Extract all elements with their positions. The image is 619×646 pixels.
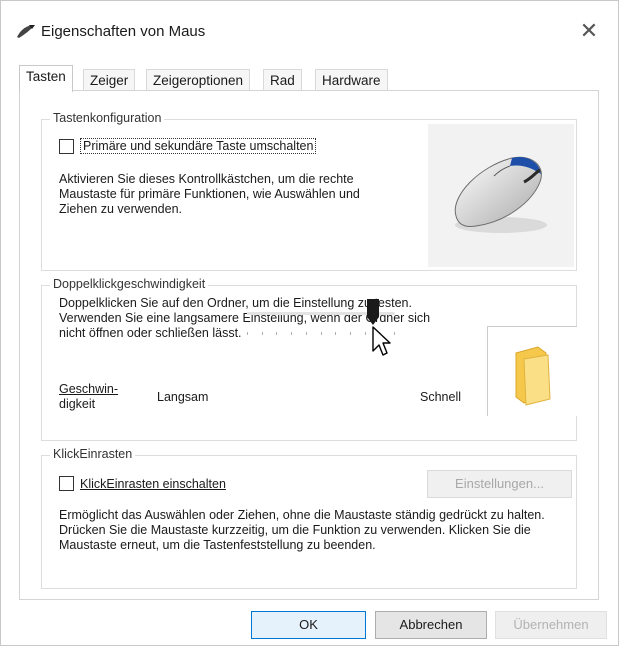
tab-zeiger[interactable]: Zeiger xyxy=(83,69,136,91)
click-lock-row[interactable]: KlickEinrasten einschalten xyxy=(59,476,226,491)
apply-button[interactable]: Übernehmen xyxy=(495,611,607,639)
double-click-group: Doppelklickgeschwindigkeit Doppelklicken… xyxy=(41,277,577,441)
mouse-properties-window: Eigenschaften von Maus ✕ Tasten Zeiger Z… xyxy=(0,0,619,646)
cancel-button[interactable]: Abbrechen xyxy=(375,611,487,639)
title-bar: Eigenschaften von Maus ✕ xyxy=(1,1,618,57)
slider-tick xyxy=(247,332,248,335)
double-click-speed-slider-thumb[interactable] xyxy=(367,299,379,325)
swap-buttons-label[interactable]: Primäre und sekundäre Taste umschalten xyxy=(80,138,317,154)
slider-tick xyxy=(335,332,336,335)
folder-icon[interactable] xyxy=(488,327,578,417)
click-lock-checkbox[interactable] xyxy=(59,476,74,491)
slider-tick xyxy=(276,332,277,335)
click-lock-label[interactable]: KlickEinrasten einschalten xyxy=(80,477,226,491)
slider-tick xyxy=(365,332,366,335)
mouse-illustration xyxy=(428,124,574,267)
double-click-group-label: Doppelklickgeschwindigkeit xyxy=(50,277,209,291)
ok-button[interactable]: OK xyxy=(251,611,366,639)
tab-hardware[interactable]: Hardware xyxy=(315,69,388,91)
button-config-group-label: Tastenkonfiguration xyxy=(50,111,165,125)
mouse-icon xyxy=(454,156,547,233)
mouse-cursor-icon xyxy=(372,326,391,356)
slider-tick xyxy=(306,332,307,335)
click-lock-settings-button[interactable]: Einstellungen... xyxy=(427,470,572,498)
click-lock-group-label: KlickEinrasten xyxy=(50,447,136,461)
swap-buttons-checkbox[interactable] xyxy=(59,138,74,154)
speed-label-line2: digkeit xyxy=(59,397,96,411)
speed-label: Geschwin- digkeit xyxy=(59,382,129,412)
close-button[interactable]: ✕ xyxy=(574,17,604,45)
tab-tasten[interactable]: Tasten xyxy=(19,65,73,92)
tab-zeigeroptionen[interactable]: Zeigeroptionen xyxy=(146,69,251,91)
speed-label-line1: Geschwin- xyxy=(59,382,119,396)
close-icon: ✕ xyxy=(579,18,599,43)
click-lock-description: Ermöglicht das Auswählen oder Ziehen, oh… xyxy=(59,508,545,552)
slider-tick xyxy=(350,332,351,335)
slider-tick xyxy=(262,332,263,335)
mouse-pointer-icon xyxy=(17,25,35,38)
tab-panel-tasten: Tastenkonfiguration Primäre und sekundär… xyxy=(19,90,599,600)
slider-tick xyxy=(291,332,292,335)
test-folder-area[interactable] xyxy=(487,326,577,416)
swap-buttons-row[interactable]: Primäre und sekundäre Taste umschalten xyxy=(59,138,317,154)
fast-label: Schnell xyxy=(420,390,461,404)
tab-rad[interactable]: Rad xyxy=(263,69,302,91)
button-config-description: Aktivieren Sie dieses Kontrollkästchen, … xyxy=(59,172,360,216)
window-title: Eigenschaften von Maus xyxy=(41,23,206,40)
button-config-group: Tastenkonfiguration Primäre und sekundär… xyxy=(41,111,577,271)
slider-tick xyxy=(321,332,322,335)
slow-label: Langsam xyxy=(157,390,209,404)
slider-tick xyxy=(394,332,395,335)
click-lock-group: KlickEinrasten KlickEinrasten einschalte… xyxy=(41,447,577,589)
